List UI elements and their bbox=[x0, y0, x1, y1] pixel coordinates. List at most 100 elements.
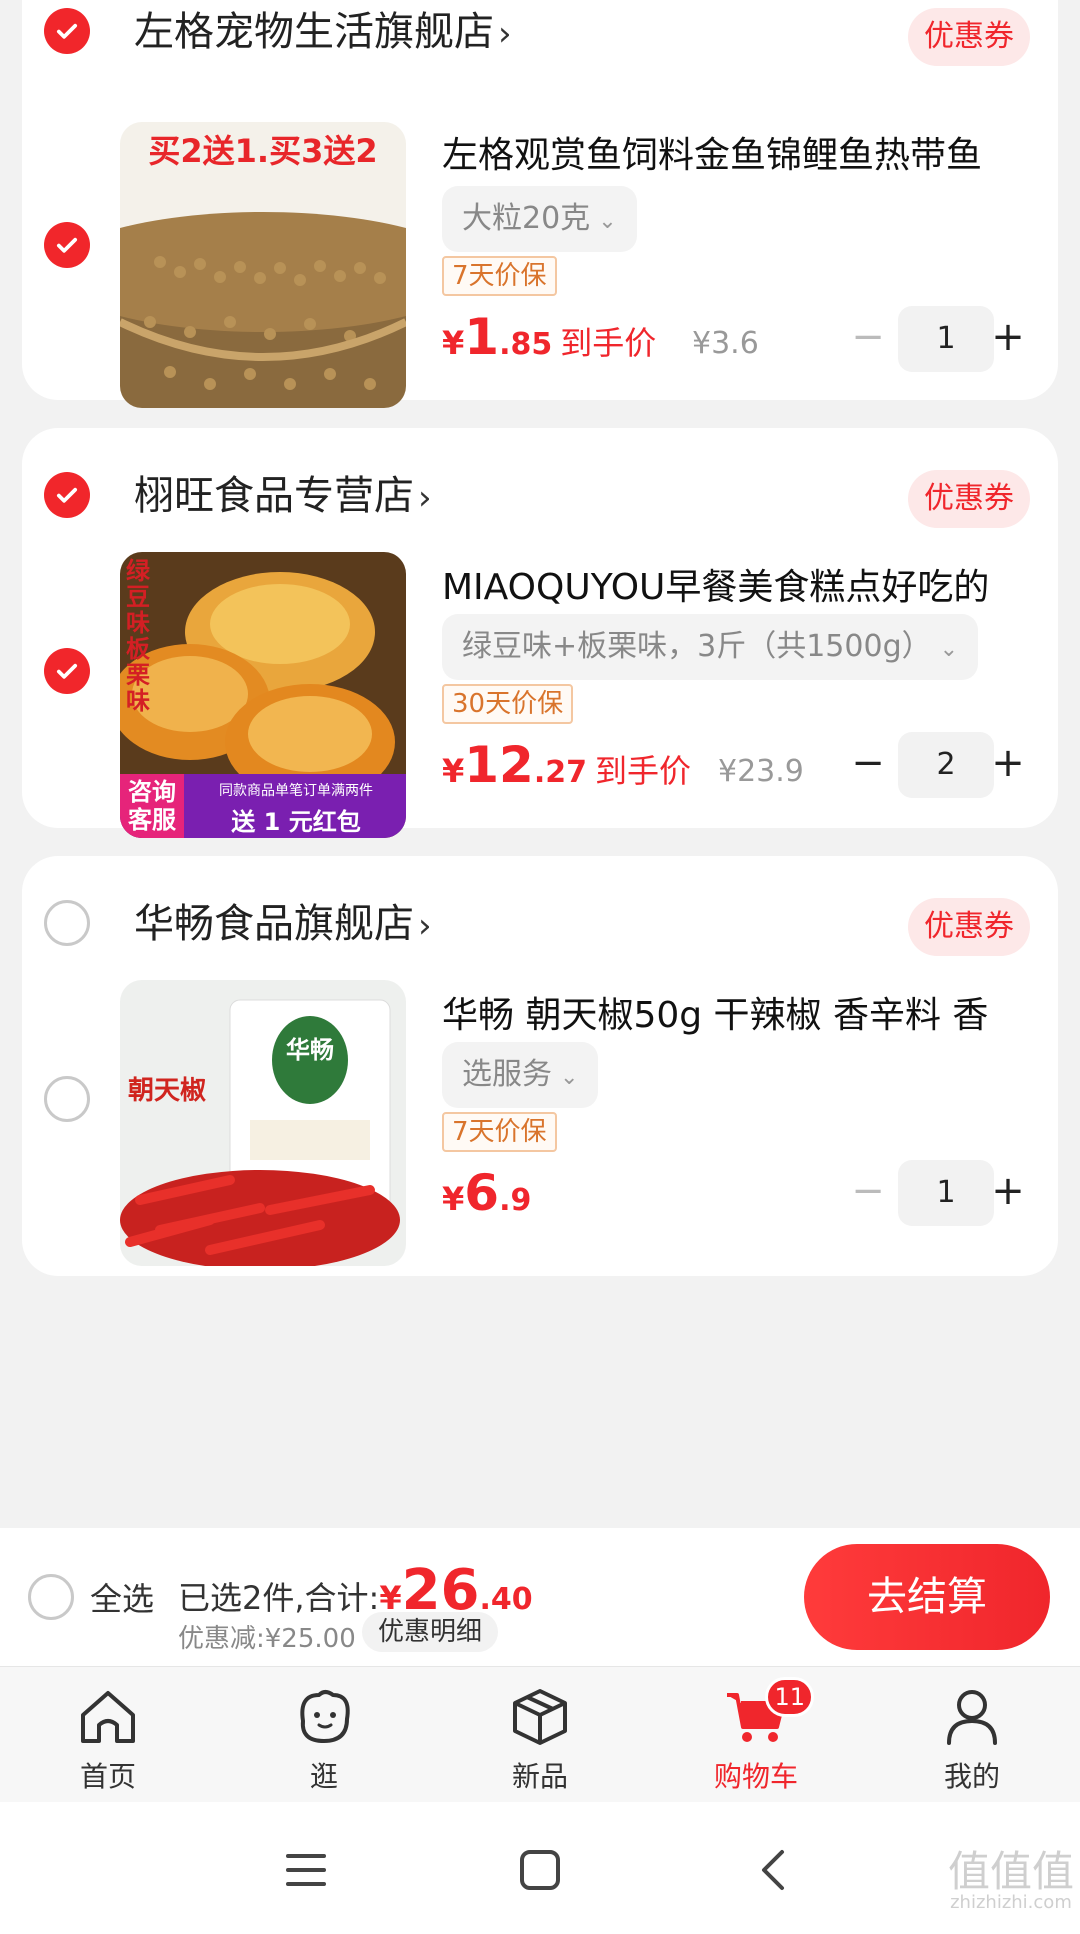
tab-profile[interactable]: 我的 bbox=[902, 1681, 1042, 1795]
coupon-button[interactable]: 优惠券 bbox=[908, 898, 1030, 956]
quantity-stepper: − 1 + bbox=[848, 306, 1028, 372]
store-card-huachang: 华畅食品旗舰店 › 优惠券 朝天椒 华畅 华畅 朝天椒50g 干辣椒 香辛料 香 … bbox=[22, 856, 1058, 1276]
price-integer: 1 bbox=[464, 308, 500, 366]
chili-image bbox=[120, 980, 406, 1266]
store-checkbox-unchecked[interactable] bbox=[44, 900, 90, 946]
tab-new-products[interactable]: 新品 bbox=[470, 1681, 610, 1795]
store-checkbox-checked[interactable] bbox=[44, 8, 90, 54]
product-title[interactable]: 华畅 朝天椒50g 干辣椒 香辛料 香 bbox=[442, 986, 1042, 1038]
check-icon bbox=[56, 487, 78, 503]
product-image-fish-food[interactable]: 买2送1.买3送2 bbox=[120, 122, 406, 408]
price-label: 到手价 bbox=[560, 324, 657, 362]
original-price: ¥3.6 bbox=[692, 326, 759, 361]
quantity-value[interactable]: 1 bbox=[898, 1160, 994, 1226]
coupon-button[interactable]: 优惠券 bbox=[908, 470, 1030, 528]
spec-selector[interactable]: 大粒20克 ⌄ bbox=[442, 186, 637, 252]
watermark-main: 值值值 bbox=[947, 1847, 1074, 1896]
new-products-icon bbox=[513, 1689, 567, 1745]
thumb-service-badge: 咨询客服 bbox=[128, 778, 176, 834]
tab-cart[interactable]: 11 购物车 bbox=[686, 1677, 826, 1795]
spec-text: 绿豆味+板栗味，3斤（共1500g） bbox=[462, 629, 932, 664]
increase-button[interactable]: + bbox=[988, 732, 1028, 798]
check-icon bbox=[56, 23, 78, 39]
tab-label: 逛 bbox=[309, 1760, 338, 1793]
checkout-button[interactable]: 去结算 bbox=[804, 1544, 1050, 1650]
tab-label: 首页 bbox=[79, 1760, 136, 1793]
increase-button[interactable]: + bbox=[988, 1160, 1028, 1226]
product-image-pastry[interactable]: 绿豆味 板栗味 咨询客服 同款商品单笔订单满两件 送 1 元红包 bbox=[120, 552, 406, 838]
store-card-zuoge: 左格宠物生活旗舰店 › 优惠券 买2送1.买3送2 左格观赏鱼饲料金鱼锦鲤鱼热带… bbox=[22, 0, 1058, 408]
store-name-text: 栩旺食品专营店 bbox=[134, 473, 414, 519]
thumb-promo-text: 送 1 元红包 bbox=[231, 808, 361, 836]
checkout-bar: 全选 已选2件,合计:¥26.40 优惠减:¥25.00 优惠明细 去结算 bbox=[0, 1528, 1080, 1666]
thumb-promo-text: 买2送1.买3送2 bbox=[148, 132, 378, 170]
quantity-value[interactable]: 2 bbox=[898, 732, 994, 798]
store-name[interactable]: 栩旺食品专营店 › bbox=[134, 468, 432, 526]
final-price: ¥1.85 到手价 bbox=[442, 308, 656, 366]
chevron-down-icon: ⌄ bbox=[939, 637, 959, 662]
tab-label: 购物车 bbox=[713, 1760, 798, 1793]
currency-symbol: ¥ bbox=[442, 1180, 465, 1218]
service-selector[interactable]: 选服务 ⌄ bbox=[442, 1042, 599, 1108]
store-name-text: 左格宠物生活旗舰店 bbox=[134, 9, 494, 55]
currency-symbol: ¥ bbox=[442, 324, 465, 362]
decrease-button[interactable]: − bbox=[848, 306, 888, 372]
chevron-down-icon: ⌄ bbox=[560, 1065, 579, 1090]
chevron-right-icon: › bbox=[498, 14, 512, 54]
increase-button[interactable]: + bbox=[988, 306, 1028, 372]
stroll-icon bbox=[300, 1690, 350, 1743]
spec-text: 大粒20克 bbox=[462, 201, 591, 236]
chevron-down-icon: ⌄ bbox=[598, 209, 617, 234]
back-icon[interactable] bbox=[744, 1840, 804, 1900]
item-checkbox-checked[interactable] bbox=[44, 648, 90, 694]
product-title[interactable]: MIAOQUYOU早餐美食糕点好吃的 bbox=[442, 558, 1042, 610]
watermark-sub: zhizhizhi.com bbox=[950, 1892, 1072, 1913]
final-price: ¥6.9 bbox=[442, 1164, 531, 1222]
price-protect-tag: 7天价保 bbox=[442, 1112, 557, 1152]
product-title[interactable]: 左格观赏鱼饲料金鱼锦鲤鱼热带鱼 bbox=[442, 126, 1042, 178]
tab-stroll[interactable]: 逛 bbox=[254, 1681, 394, 1795]
decrease-button[interactable]: − bbox=[848, 732, 888, 798]
product-image-chili[interactable]: 朝天椒 华畅 bbox=[120, 980, 406, 1266]
discount-detail-button[interactable]: 优惠明细 bbox=[362, 1612, 499, 1652]
store-name[interactable]: 华畅食品旗舰店 › bbox=[134, 896, 432, 954]
item-checkbox-unchecked[interactable] bbox=[44, 1076, 90, 1122]
tab-label: 新品 bbox=[511, 1760, 568, 1793]
price-decimal: .27 bbox=[533, 755, 588, 790]
chevron-right-icon: › bbox=[418, 906, 432, 946]
tab-home[interactable]: 首页 bbox=[38, 1681, 178, 1795]
coupon-button[interactable]: 优惠券 bbox=[908, 8, 1030, 66]
store-checkbox-checked[interactable] bbox=[44, 472, 90, 518]
selected-count-text: 已选2件,合计: bbox=[178, 1579, 380, 1617]
watermark: 值值值 zhizhizhi.com bbox=[948, 1850, 1074, 1912]
quantity-stepper: − 1 + bbox=[848, 1160, 1028, 1226]
system-nav-bar bbox=[0, 1802, 1080, 1934]
quantity-value[interactable]: 1 bbox=[898, 306, 994, 372]
home-square-icon[interactable] bbox=[510, 1840, 570, 1900]
total-decimal: .40 bbox=[479, 1582, 533, 1617]
profile-icon bbox=[947, 1690, 997, 1745]
home-icon bbox=[81, 1691, 135, 1743]
cart-count-badge: 11 bbox=[765, 1677, 814, 1717]
cart-page: 左格宠物生活旗舰店 › 优惠券 买2送1.买3送2 左格观赏鱼饲料金鱼锦鲤鱼热带… bbox=[0, 0, 1080, 1934]
price-decimal: .85 bbox=[499, 327, 553, 362]
thumb-brand-text: 华畅 bbox=[286, 1036, 334, 1064]
price-integer: 12 bbox=[464, 736, 534, 794]
decrease-button[interactable]: − bbox=[848, 1160, 888, 1226]
thumb-label-text: 朝天椒 bbox=[128, 1076, 207, 1106]
chevron-right-icon: › bbox=[418, 478, 432, 518]
select-all-label[interactable]: 全选 bbox=[90, 1574, 154, 1620]
currency-symbol: ¥ bbox=[442, 752, 465, 790]
item-checkbox-checked[interactable] bbox=[44, 222, 90, 268]
final-price: ¥12.27 到手价 bbox=[442, 736, 691, 794]
spec-selector[interactable]: 绿豆味+板栗味，3斤（共1500g） ⌄ bbox=[442, 614, 979, 680]
price-decimal: .9 bbox=[499, 1183, 532, 1218]
check-icon bbox=[56, 237, 78, 253]
store-name[interactable]: 左格宠物生活旗舰店 › bbox=[134, 4, 512, 62]
price-protect-tag: 7天价保 bbox=[442, 256, 557, 296]
price-protect-tag: 30天价保 bbox=[442, 684, 574, 724]
thumb-promo-small: 同款商品单笔订单满两件 bbox=[219, 783, 373, 799]
menu-icon[interactable] bbox=[276, 1840, 336, 1900]
select-all-checkbox[interactable] bbox=[28, 1574, 74, 1620]
price-label: 到手价 bbox=[595, 752, 692, 790]
